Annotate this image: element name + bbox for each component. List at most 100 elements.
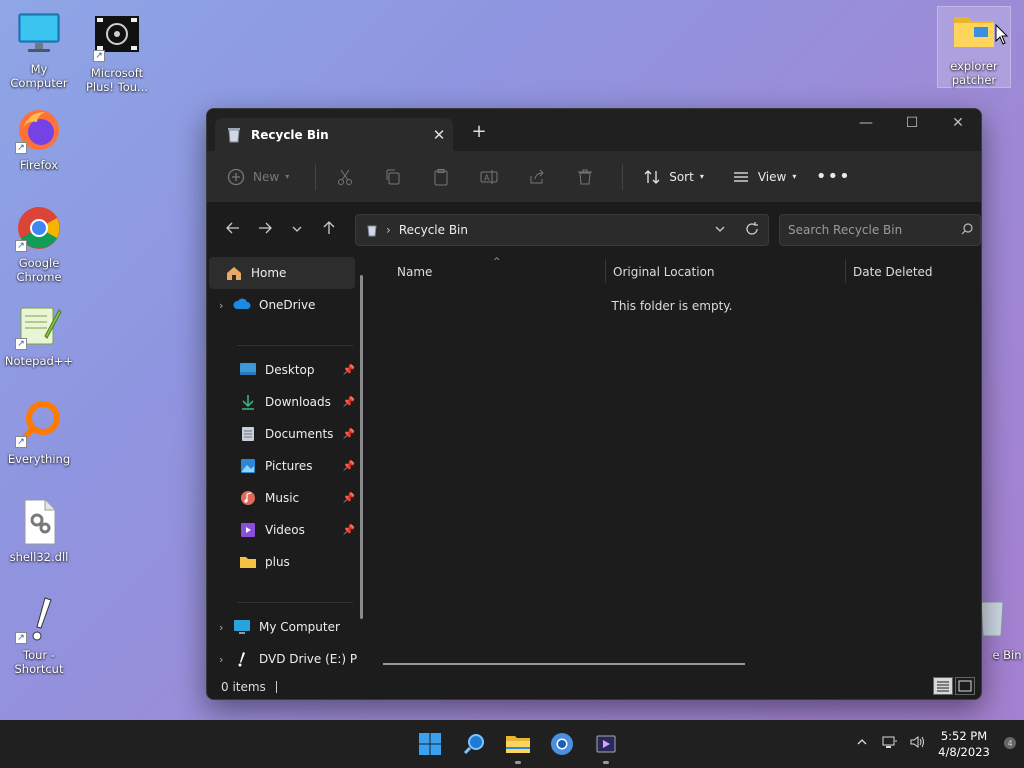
start-button[interactable]: [408, 726, 452, 762]
details-view-icon: [937, 681, 949, 692]
minimize-button[interactable]: —: [843, 109, 889, 139]
nav-item-label: Pictures: [265, 459, 313, 473]
mouse-cursor-icon: [995, 23, 1009, 49]
cut-button[interactable]: [334, 166, 356, 188]
status-divider: [275, 681, 277, 693]
title-bar[interactable]: Recycle Bin ✕ + — ☐ ✕: [207, 109, 981, 151]
maximize-button[interactable]: ☐: [889, 109, 935, 139]
nav-item-plus[interactable]: plus: [207, 546, 363, 578]
tab-recycle-bin[interactable]: Recycle Bin ✕: [215, 118, 453, 151]
pin-icon[interactable]: 📌: [343, 397, 355, 408]
address-dropdown-icon[interactable]: [704, 223, 736, 238]
desktop-icon-firefox[interactable]: ↗ Firefox: [2, 106, 76, 172]
file-list-pane: Name ^ Original Location Date Deleted Th…: [363, 257, 981, 675]
show-hidden-icons-chevron-icon[interactable]: [848, 736, 876, 752]
desktop-icon-label: My Computer: [10, 62, 68, 90]
magnifier-icon: ↗: [15, 400, 63, 448]
nav-item-music[interactable]: Music 📌: [207, 482, 363, 514]
new-label: New: [253, 169, 280, 184]
column-header-original-location[interactable]: Original Location: [613, 265, 715, 279]
volume-icon[interactable]: [904, 735, 932, 753]
tab-title: Recycle Bin: [251, 127, 329, 142]
scissors-icon: [334, 166, 356, 188]
taskbar-file-explorer[interactable]: [496, 726, 540, 764]
desktop-icon-google-chrome[interactable]: ↗ Google Chrome: [2, 204, 76, 284]
chromium-icon: [551, 733, 573, 755]
desktop-icon-everything[interactable]: ↗ Everything: [2, 400, 76, 466]
pin-icon[interactable]: 📌: [343, 429, 355, 440]
notification-icon[interactable]: 4: [996, 736, 1024, 753]
clock-date: 4/8/2023: [938, 745, 990, 759]
desktop-icon-label: Tour - Shortcut: [14, 648, 64, 676]
pin-icon[interactable]: 📌: [343, 461, 355, 472]
details-view-button[interactable]: [933, 677, 953, 695]
taskbar-search-button[interactable]: [452, 726, 496, 762]
column-header-date-deleted[interactable]: Date Deleted: [853, 265, 933, 279]
monitor-icon: [15, 10, 63, 58]
refresh-icon[interactable]: [736, 221, 768, 239]
nav-item-label: OneDrive: [259, 298, 316, 312]
nav-item-home[interactable]: Home: [209, 257, 355, 289]
nav-item-my-computer[interactable]: › My Computer: [207, 611, 363, 643]
desktop-icon-tour-shortcut[interactable]: ↗ Tour - Shortcut: [2, 596, 76, 676]
desktop-icon-notepadpp[interactable]: ↗ Notepad++: [2, 302, 76, 368]
column-divider[interactable]: [845, 259, 846, 283]
nav-item-downloads[interactable]: Downloads 📌: [207, 386, 363, 418]
search-input[interactable]: [788, 223, 954, 237]
search-box[interactable]: [779, 214, 981, 246]
nav-item-onedrive[interactable]: › OneDrive: [207, 289, 363, 321]
folder-icon: [506, 736, 530, 753]
taskbar-media-app[interactable]: [584, 726, 628, 764]
new-button[interactable]: New ▾: [225, 166, 289, 188]
command-bar: New ▾ A Sort ▾ View ▾ •••: [207, 151, 981, 203]
up-button[interactable]: [313, 220, 345, 240]
close-window-button[interactable]: ✕: [935, 109, 981, 139]
large-icons-view-button[interactable]: [955, 677, 975, 695]
network-icon[interactable]: [876, 735, 904, 753]
pin-icon[interactable]: 📌: [343, 493, 355, 504]
clock[interactable]: 5:52 PM 4/8/2023: [932, 728, 996, 760]
chevron-right-icon[interactable]: ›: [219, 621, 233, 634]
close-tab-icon[interactable]: ✕: [425, 126, 453, 144]
sort-button[interactable]: Sort ▾: [641, 166, 704, 188]
pin-icon[interactable]: 📌: [343, 525, 355, 536]
search-icon[interactable]: [954, 222, 980, 238]
music-icon: [239, 490, 259, 506]
share-button[interactable]: [526, 166, 548, 188]
rename-button[interactable]: A: [478, 166, 500, 188]
nav-item-documents[interactable]: Documents 📌: [207, 418, 363, 450]
breadcrumb-chevron-icon[interactable]: ›: [386, 223, 391, 237]
delete-button[interactable]: [574, 166, 596, 188]
nav-item-desktop[interactable]: Desktop 📌: [207, 354, 363, 386]
desktop-icon-microsoft-plus-tour[interactable]: ↗ Microsoft Plus! Tou...: [80, 14, 154, 94]
tiles-view-icon: [958, 680, 972, 692]
taskbar: 5:52 PM 4/8/2023 4: [0, 720, 1024, 768]
nav-item-dvd-drive[interactable]: › DVD Drive (E:) P: [207, 643, 363, 675]
chevron-right-icon[interactable]: ›: [219, 653, 233, 666]
nav-divider: [237, 602, 353, 603]
desktop-icon-shell32[interactable]: shell32.dll: [2, 498, 76, 564]
back-button[interactable]: [217, 220, 249, 240]
nav-item-pictures[interactable]: Pictures 📌: [207, 450, 363, 482]
cloud-icon: [233, 297, 253, 313]
see-more-button[interactable]: •••: [816, 166, 850, 188]
view-button[interactable]: View ▾: [730, 166, 796, 188]
desktop-icon-my-computer[interactable]: My Computer: [2, 10, 76, 90]
chevron-right-icon[interactable]: ›: [219, 299, 233, 312]
column-divider[interactable]: [605, 259, 606, 283]
recent-locations-button[interactable]: [281, 221, 313, 239]
new-tab-button[interactable]: +: [469, 121, 489, 142]
forward-button[interactable]: [249, 220, 281, 240]
copy-button[interactable]: [382, 166, 404, 188]
horizontal-scrollbar[interactable]: [383, 663, 745, 665]
taskbar-chromium[interactable]: [540, 726, 584, 762]
search-icon: [463, 734, 484, 755]
pin-icon[interactable]: 📌: [343, 365, 355, 376]
folder-icon: [950, 7, 998, 55]
address-box[interactable]: › Recycle Bin: [355, 214, 769, 246]
breadcrumb-recycle-bin[interactable]: Recycle Bin: [399, 223, 468, 237]
shortcut-arrow-icon: ↗: [93, 50, 105, 62]
nav-item-videos[interactable]: Videos 📌: [207, 514, 363, 546]
column-header-name[interactable]: Name: [397, 265, 432, 279]
paste-button[interactable]: [430, 166, 452, 188]
